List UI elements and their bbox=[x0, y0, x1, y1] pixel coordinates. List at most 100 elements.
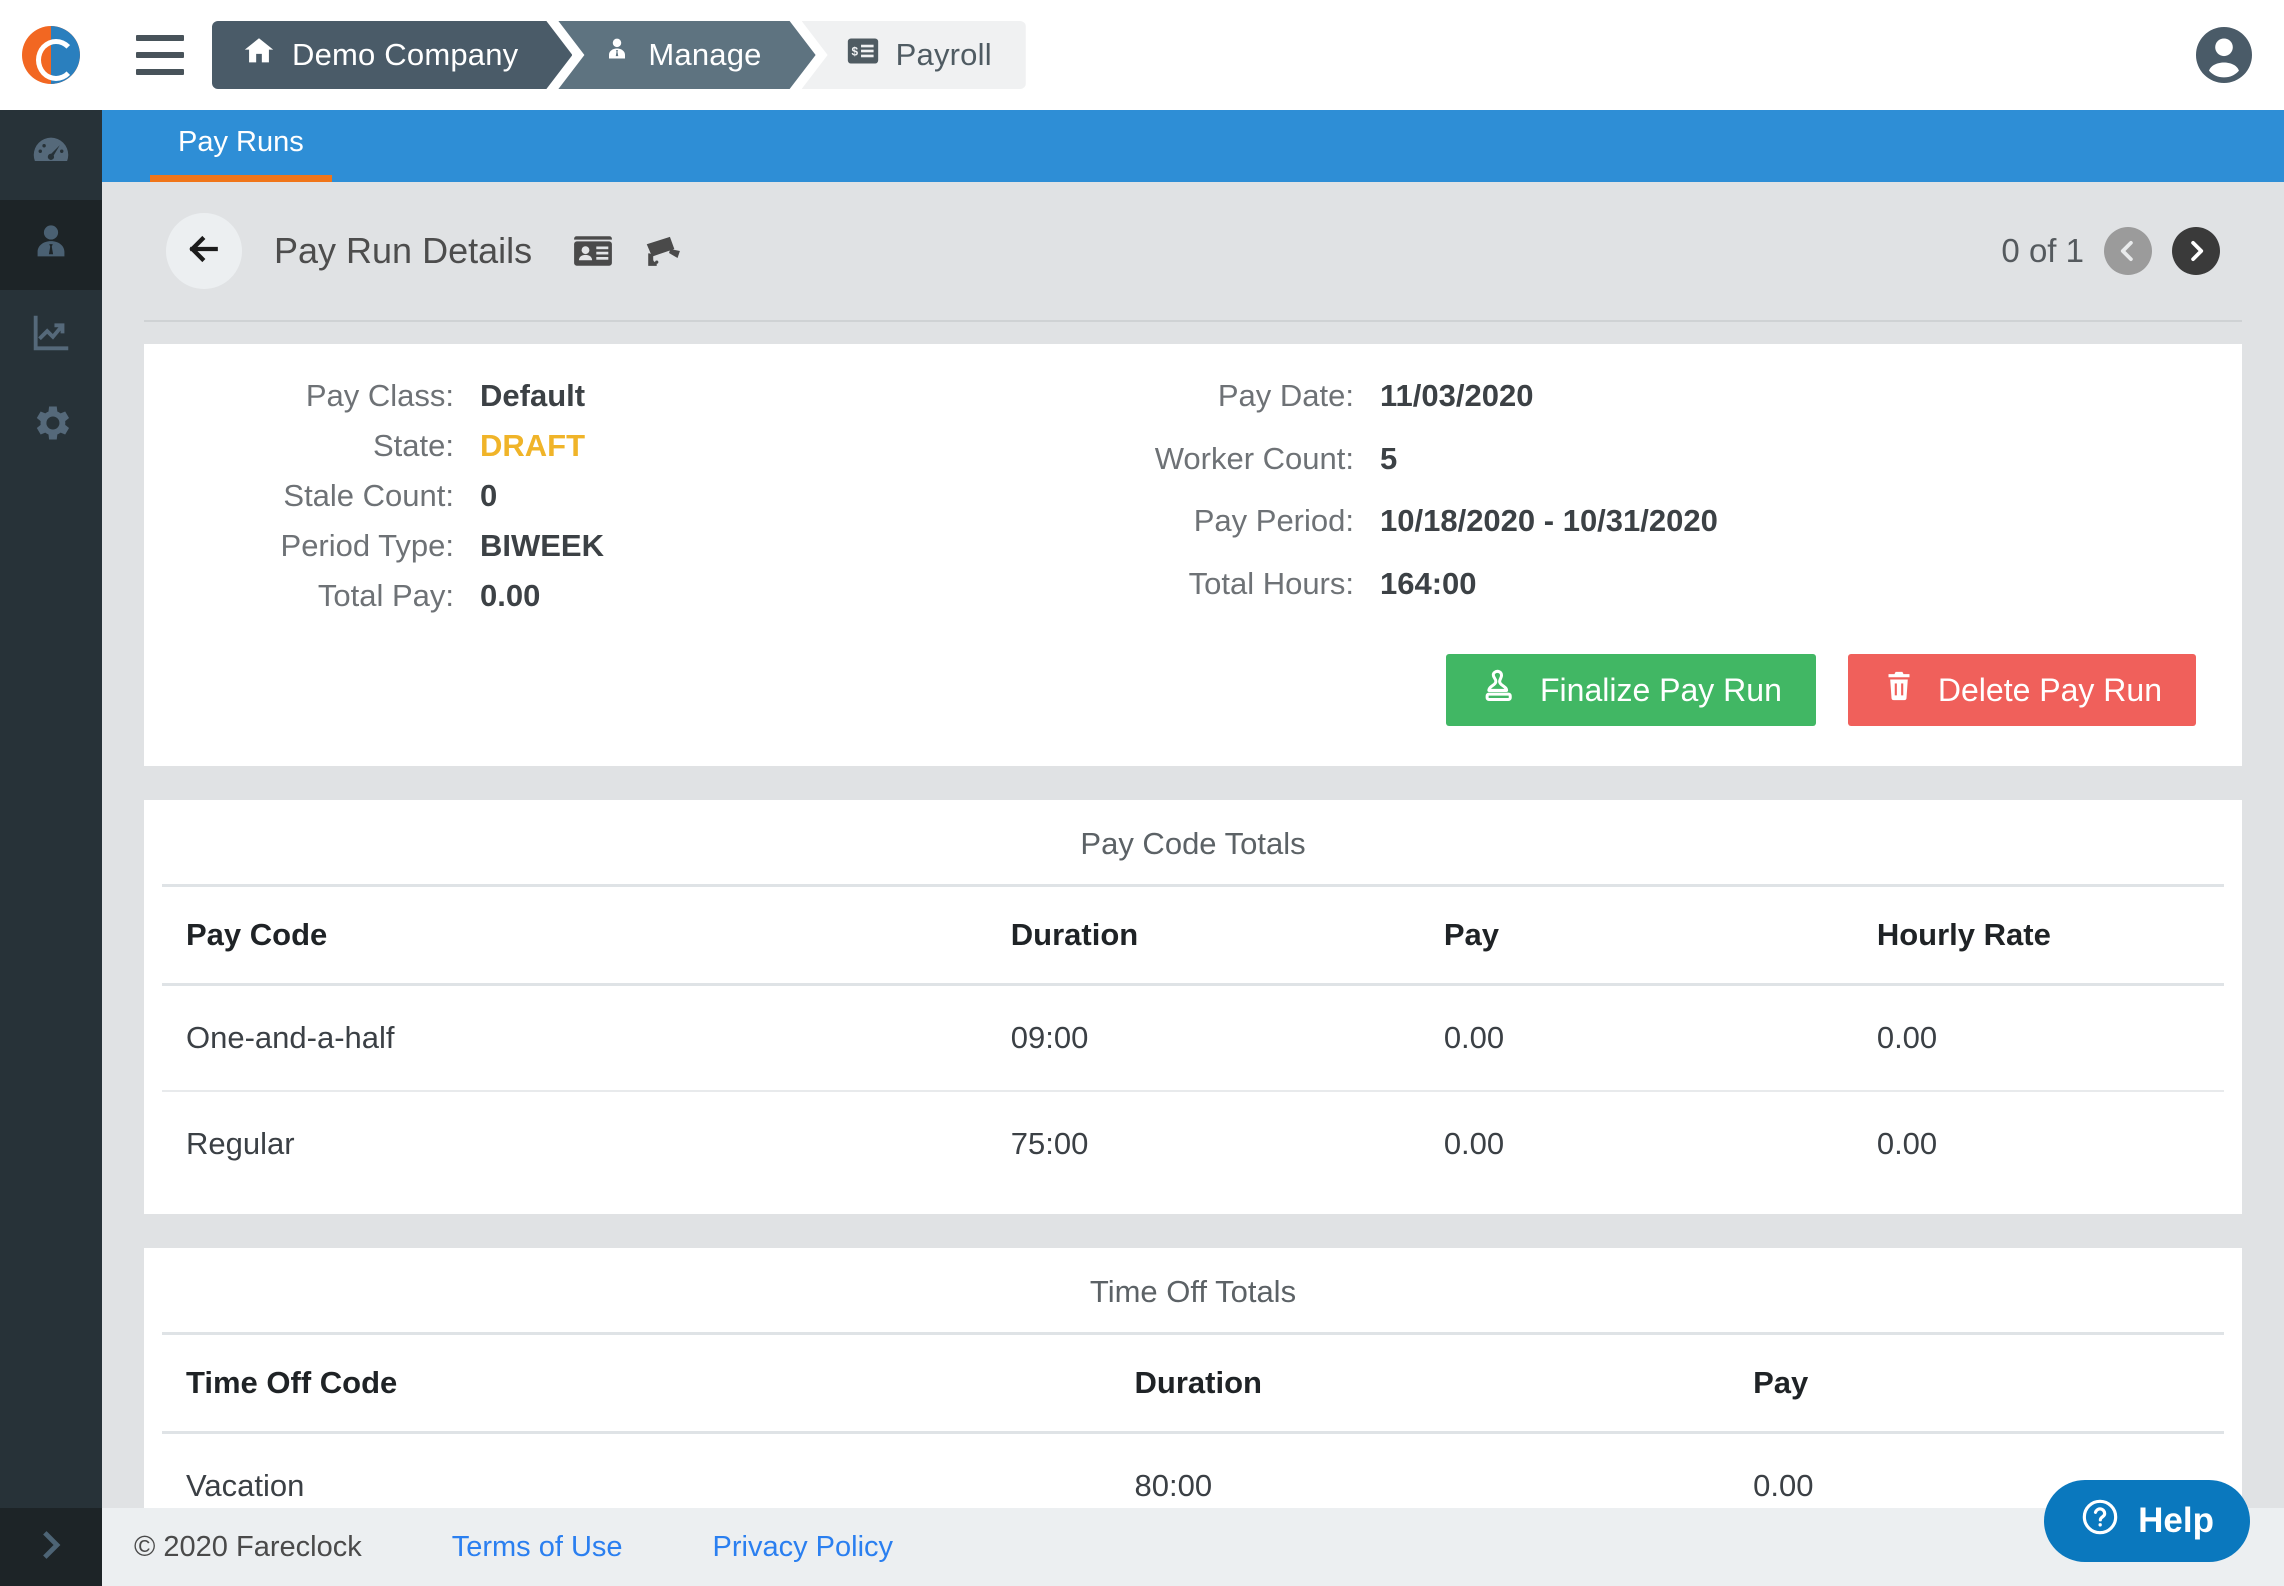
tab-label: Pay Runs bbox=[178, 126, 304, 158]
cell-pay-code: One-and-a-half bbox=[162, 984, 987, 1092]
hamburger-line bbox=[136, 52, 184, 58]
breadcrumb-label-company: Demo Company bbox=[292, 37, 519, 72]
page-header-icons bbox=[572, 233, 684, 269]
summary-label: Total Pay: bbox=[317, 578, 454, 613]
sidebar-item-dashboard[interactable] bbox=[0, 110, 102, 200]
help-button[interactable]: Help bbox=[2044, 1480, 2250, 1562]
top-bar: Demo Company Manage $ Payroll bbox=[0, 0, 2284, 110]
summary-value-period-type: BIWEEK bbox=[480, 528, 604, 563]
pay-code-totals-title: Pay Code Totals bbox=[1080, 826, 1306, 861]
page-header: Pay Run Details 0 of 1 bbox=[144, 182, 2242, 322]
pagination: 0 of 1 bbox=[2001, 227, 2242, 275]
privacy-policy-link[interactable]: Privacy Policy bbox=[713, 1531, 894, 1564]
pagination-prev-button[interactable] bbox=[2104, 227, 2152, 275]
pagination-next-button[interactable] bbox=[2172, 227, 2220, 275]
summary-value-pay-period: 10/18/2020 - 10/31/2020 bbox=[1380, 503, 1718, 538]
trash-icon bbox=[1882, 667, 1916, 713]
tab-bar: Pay Runs bbox=[102, 110, 2284, 182]
page-title: Pay Run Details bbox=[274, 230, 533, 271]
table-header-row: Pay Code Duration Pay Hourly Rate bbox=[162, 884, 2224, 986]
sidebar-item-people[interactable] bbox=[0, 200, 102, 290]
table-row[interactable]: Regular 75:00 0.00 0.00 bbox=[162, 1091, 2224, 1196]
column-header-duration: Duration bbox=[1110, 1332, 1730, 1434]
summary-value-pay-class: Default bbox=[480, 378, 586, 413]
gauge-icon bbox=[28, 130, 74, 181]
summary-value-total-hours: 164:00 bbox=[1380, 565, 1477, 601]
arrow-left-icon bbox=[184, 229, 224, 274]
summary-label: Period Type: bbox=[280, 528, 454, 563]
summary-value-state: DRAFT bbox=[480, 428, 586, 463]
cell-hourly-rate: 0.00 bbox=[1852, 984, 2224, 1092]
copyright-text: © 2020 Fareclock bbox=[134, 1530, 362, 1563]
summary-label: Pay Class: bbox=[305, 378, 454, 413]
user-tie-icon bbox=[602, 35, 632, 75]
summary-grid: Pay Class: Default State: DRAFT Stale Co… bbox=[144, 378, 2242, 614]
chart-line-icon bbox=[28, 310, 74, 361]
account-circle-icon bbox=[2195, 26, 2252, 83]
cell-duration: 09:00 bbox=[986, 984, 1420, 1092]
cell-time-off-code: Vacation bbox=[186, 1468, 305, 1503]
chevron-right-icon bbox=[2191, 240, 2204, 262]
summary-label: Stale Count: bbox=[283, 478, 454, 513]
summary-value-pay-date: 11/03/2020 bbox=[1380, 378, 1534, 413]
breadcrumb-label-payroll: Payroll bbox=[895, 37, 992, 72]
main-content: Pay Run Details 0 of 1 Pay Class: Defaul… bbox=[102, 182, 2284, 1508]
id-card-icon[interactable] bbox=[572, 233, 614, 269]
breadcrumb-item-manage[interactable]: Manage bbox=[558, 21, 815, 89]
sidebar-item-settings[interactable] bbox=[0, 380, 102, 470]
svg-text:$: $ bbox=[851, 46, 858, 59]
column-header-time-off-code: Time Off Code bbox=[162, 1332, 1111, 1434]
time-off-totals-table: Time Off Code Duration Pay Vacation 80:0… bbox=[162, 1332, 2224, 1508]
summary-label: Pay Period: bbox=[1193, 503, 1354, 538]
summary-label: Worker Count: bbox=[1154, 440, 1354, 476]
column-header-duration: Duration bbox=[986, 884, 1420, 986]
finalize-pay-run-button[interactable]: Finalize Pay Run bbox=[1445, 654, 1816, 726]
security-camera-icon[interactable] bbox=[640, 233, 684, 269]
pagination-label: 0 of 1 bbox=[2001, 232, 2084, 269]
cell-pay-code: Regular bbox=[186, 1126, 295, 1161]
breadcrumb-item-payroll[interactable]: $ Payroll bbox=[801, 21, 1026, 89]
breadcrumb-label-manage: Manage bbox=[648, 37, 762, 72]
pay-run-summary-card: Pay Class: Default State: DRAFT Stale Co… bbox=[144, 344, 2242, 766]
breadcrumb-item-company[interactable]: Demo Company bbox=[212, 21, 572, 89]
summary-value-total-pay: 0.00 bbox=[480, 578, 541, 613]
sidebar-item-reports[interactable] bbox=[0, 290, 102, 380]
summary-column-right: Pay Date: 11/03/2020 Worker Count: 5 Pay… bbox=[940, 378, 1718, 614]
column-header-hourly-rate: Hourly Rate bbox=[1852, 884, 2224, 986]
chevron-left-icon bbox=[2120, 240, 2133, 262]
sidebar-expand-button[interactable] bbox=[0, 1508, 102, 1586]
app-logo[interactable] bbox=[0, 0, 102, 110]
table-row[interactable]: Vacation 80:00 0.00 bbox=[162, 1433, 2224, 1509]
terms-of-use-link[interactable]: Terms of Use bbox=[452, 1531, 623, 1564]
chevron-right-icon bbox=[33, 1527, 69, 1568]
column-header-pay: Pay bbox=[1729, 1332, 2224, 1434]
avatar[interactable] bbox=[2192, 23, 2256, 87]
breadcrumb: Demo Company Manage $ Payroll bbox=[212, 21, 1026, 89]
back-button[interactable] bbox=[166, 213, 242, 289]
menu-toggle-button[interactable] bbox=[128, 24, 192, 86]
left-sidebar bbox=[0, 0, 102, 1586]
page-footer: © 2020 Fareclock Terms of Use Privacy Po… bbox=[102, 1508, 2284, 1586]
summary-label: Total Hours: bbox=[1188, 565, 1354, 601]
person-icon bbox=[28, 220, 74, 271]
time-off-totals-title: Time Off Totals bbox=[1089, 1274, 1297, 1309]
pay-code-totals-card: Pay Code Totals Pay Code Duration Pay Ho… bbox=[144, 800, 2242, 1214]
hamburger-line bbox=[136, 69, 184, 75]
hamburger-line bbox=[136, 35, 184, 41]
summary-label: Pay Date: bbox=[1217, 378, 1354, 413]
delete-pay-run-label: Delete Pay Run bbox=[1937, 671, 2162, 708]
tab-pay-runs[interactable]: Pay Runs bbox=[150, 110, 332, 182]
summary-value-worker-count: 5 bbox=[1380, 440, 1398, 476]
table-row[interactable]: One-and-a-half 09:00 0.00 0.00 bbox=[162, 984, 2224, 1092]
cell-pay: 0.00 bbox=[1419, 984, 1853, 1092]
summary-label: State: bbox=[373, 428, 454, 463]
summary-column-left: Pay Class: Default State: DRAFT Stale Co… bbox=[180, 378, 940, 614]
delete-pay-run-button[interactable]: Delete Pay Run bbox=[1847, 654, 2196, 726]
cell-hourly-rate: 0.00 bbox=[1876, 1126, 1938, 1161]
pay-run-actions: Finalize Pay Run Delete Pay Run bbox=[144, 614, 2242, 736]
column-header-pay: Pay bbox=[1419, 884, 1853, 986]
time-off-totals-card: Time Off Totals Time Off Code Duration P… bbox=[144, 1248, 2242, 1508]
stamp-icon bbox=[1480, 667, 1518, 713]
gear-icon bbox=[28, 400, 74, 451]
finalize-pay-run-label: Finalize Pay Run bbox=[1539, 671, 1782, 708]
